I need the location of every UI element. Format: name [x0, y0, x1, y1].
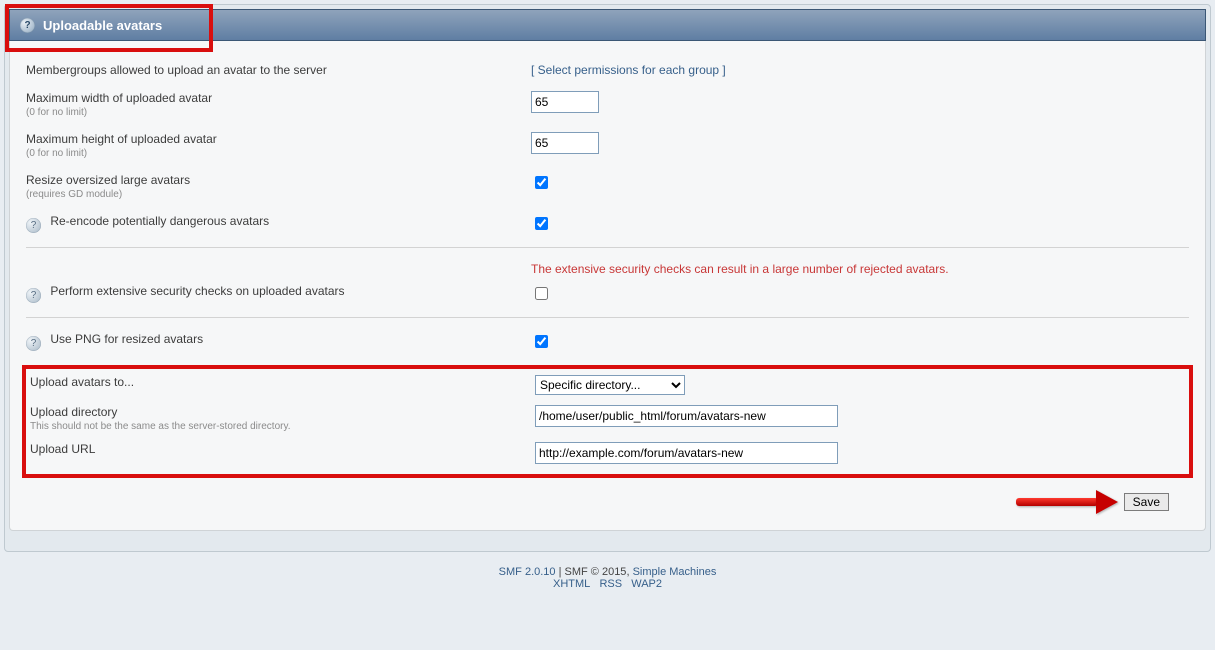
checkbox-extensive[interactable] [535, 287, 548, 300]
checkbox-png[interactable] [535, 335, 548, 348]
row-extensive: ? Perform extensive security checks on u… [26, 284, 1189, 303]
sublabel-max-width: (0 for no limit) [26, 107, 531, 118]
checkbox-resize[interactable] [535, 176, 548, 189]
label-resize: Resize oversized large avatars [26, 173, 531, 187]
save-button[interactable]: Save [1124, 493, 1169, 511]
label-max-height: Maximum height of uploaded avatar [26, 132, 531, 146]
divider [26, 247, 1189, 248]
row-upload-dir: Upload directory This should not be the … [26, 405, 1189, 432]
footer: SMF 2.0.10 | SMF © 2015, Simple Machines… [0, 566, 1215, 590]
save-row: Save [26, 478, 1189, 512]
label-upload-url: Upload URL [30, 442, 535, 456]
sublabel-upload-dir: This should not be the same as the serve… [30, 421, 535, 432]
row-max-height: Maximum height of uploaded avatar (0 for… [26, 132, 1189, 159]
input-upload-url[interactable] [535, 442, 838, 464]
label-reencode: Re-encode potentially dangerous avatars [50, 214, 269, 228]
warning-extensive: The extensive security checks can result… [531, 262, 1189, 276]
section-title: Uploadable avatars [43, 18, 162, 33]
label-max-width: Maximum width of uploaded avatar [26, 91, 531, 105]
section-titlebar: ? Uploadable avatars [9, 9, 1206, 41]
footer-wap2-link[interactable]: WAP2 [631, 578, 662, 590]
label-upload-to: Upload avatars to... [30, 375, 535, 389]
row-upload-url: Upload URL [26, 442, 1189, 464]
input-max-width[interactable] [531, 91, 599, 113]
footer-rss-link[interactable]: RSS [599, 578, 622, 590]
help-icon[interactable]: ? [26, 336, 41, 351]
label-extensive: Perform extensive security checks on upl… [50, 284, 344, 298]
footer-sm-link[interactable]: Simple Machines [633, 566, 717, 578]
row-reencode: ? Re-encode potentially dangerous avatar… [26, 214, 1189, 233]
input-max-height[interactable] [531, 132, 599, 154]
select-upload-to[interactable]: Specific directory... [535, 375, 685, 395]
row-png: ? Use PNG for resized avatars [26, 332, 1189, 351]
select-permissions-link[interactable]: [ Select permissions for each group ] [531, 63, 726, 77]
sublabel-resize: (requires GD module) [26, 189, 531, 200]
input-upload-dir[interactable] [535, 405, 838, 427]
label-upload-dir: Upload directory [30, 405, 535, 419]
footer-copyright: SMF © 2015 [565, 566, 627, 578]
annotation-arrow-icon [1016, 492, 1116, 512]
label-png: Use PNG for resized avatars [50, 332, 203, 346]
admin-panel-container: ? Uploadable avatars Membergroups allowe… [4, 4, 1211, 552]
row-membergroups: Membergroups allowed to upload an avatar… [26, 63, 1189, 77]
sublabel-max-height: (0 for no limit) [26, 148, 531, 159]
footer-version-link[interactable]: SMF 2.0.10 [499, 566, 556, 578]
divider [26, 317, 1189, 318]
row-resize: Resize oversized large avatars (requires… [26, 173, 1189, 200]
row-extensive-warn: The extensive security checks can result… [26, 262, 1189, 280]
checkbox-reencode[interactable] [535, 217, 548, 230]
label-membergroups: Membergroups allowed to upload an avatar… [26, 63, 531, 77]
row-upload-to: Upload avatars to... Specific directory.… [26, 375, 1189, 395]
help-icon[interactable]: ? [26, 288, 41, 303]
footer-xhtml-link[interactable]: XHTML [553, 578, 590, 590]
row-max-width: Maximum width of uploaded avatar (0 for … [26, 91, 1189, 118]
help-icon[interactable]: ? [20, 18, 35, 33]
annotation-highlight-fields: Upload avatars to... Specific directory.… [22, 365, 1193, 478]
help-icon[interactable]: ? [26, 218, 41, 233]
settings-panel: Membergroups allowed to upload an avatar… [9, 41, 1206, 531]
